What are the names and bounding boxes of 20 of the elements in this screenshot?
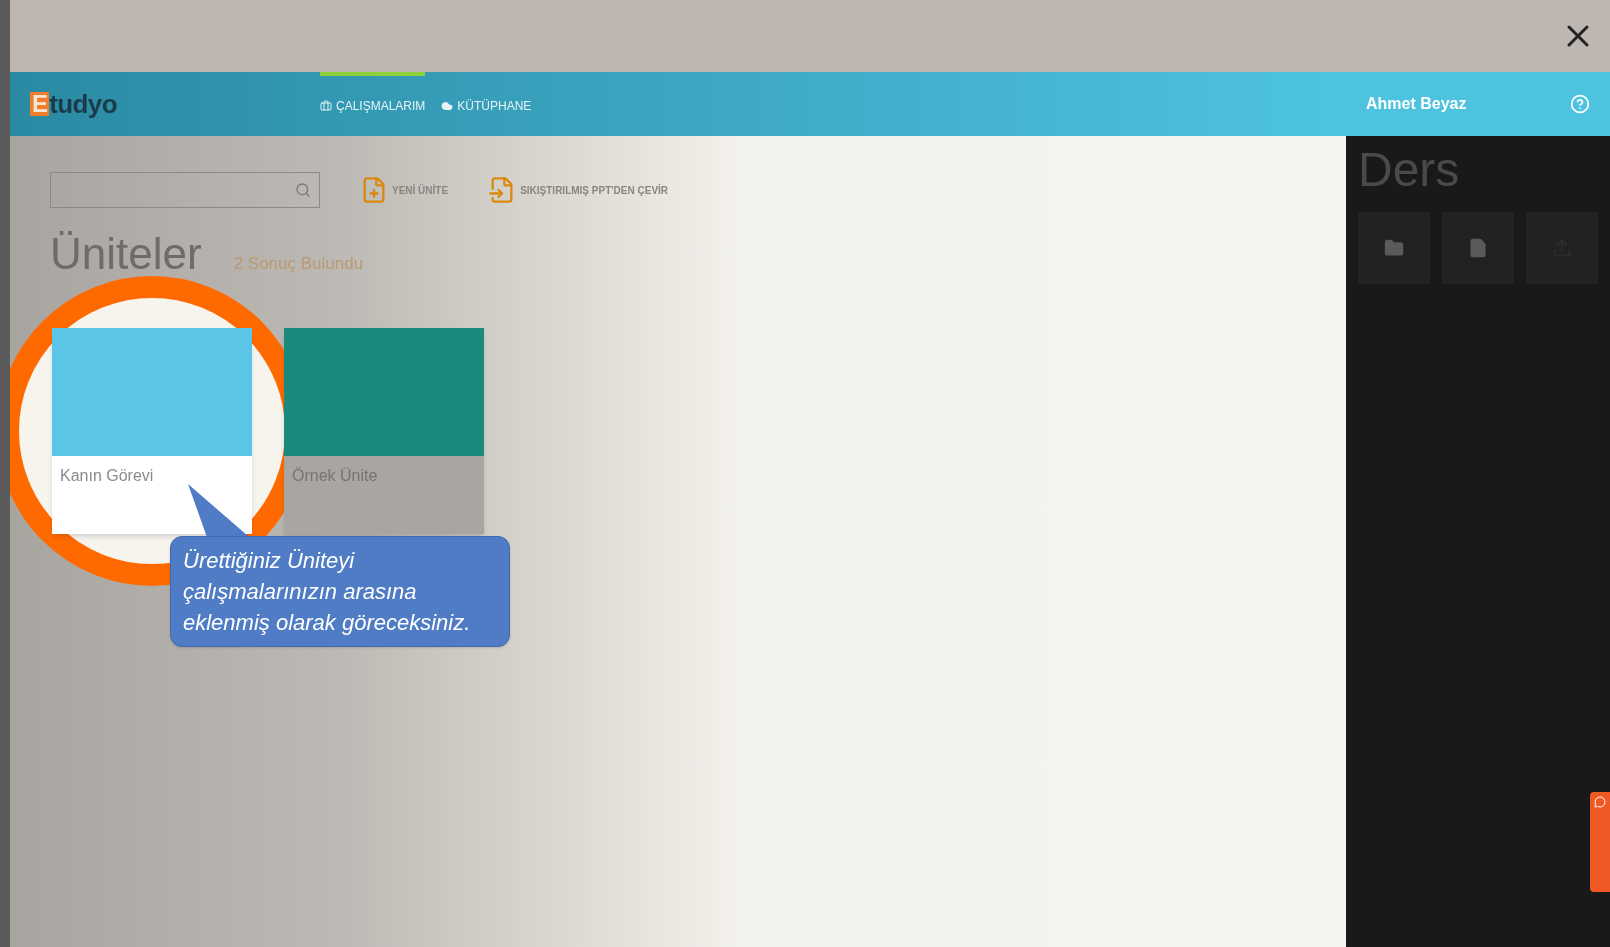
briefcase-icon (320, 100, 332, 112)
unit-title: Kanın Görevi (59, 466, 155, 486)
search-icon (295, 182, 311, 198)
cloud-icon (441, 100, 454, 112)
folder-icon (1384, 238, 1404, 258)
page-heading: Üniteler (50, 232, 202, 276)
chat-icon (1594, 796, 1606, 808)
user-name[interactable]: Ahmet Beyaz (1366, 92, 1467, 116)
result-count: 2 Sonuç Bulundu (233, 252, 364, 275)
unit-card[interactable]: Kanın Görevi (52, 328, 252, 534)
feedback-tab[interactable] (1590, 792, 1610, 892)
file-icon (1468, 238, 1488, 258)
toolbar-action[interactable]: YENİ ÜNİTE (360, 174, 449, 206)
help-icon[interactable] (1570, 94, 1590, 114)
panel-tile[interactable] (1358, 212, 1430, 284)
logo: Etudyo (30, 87, 118, 121)
search-field[interactable] (50, 172, 320, 208)
toolbar-action[interactable]: SIKIŞTIRILMIŞ PPT'DEN ÇEVİR (488, 174, 669, 206)
panel-tile[interactable] (1442, 212, 1514, 284)
nav-tab[interactable]: KÜTÜPHANE (441, 72, 532, 136)
